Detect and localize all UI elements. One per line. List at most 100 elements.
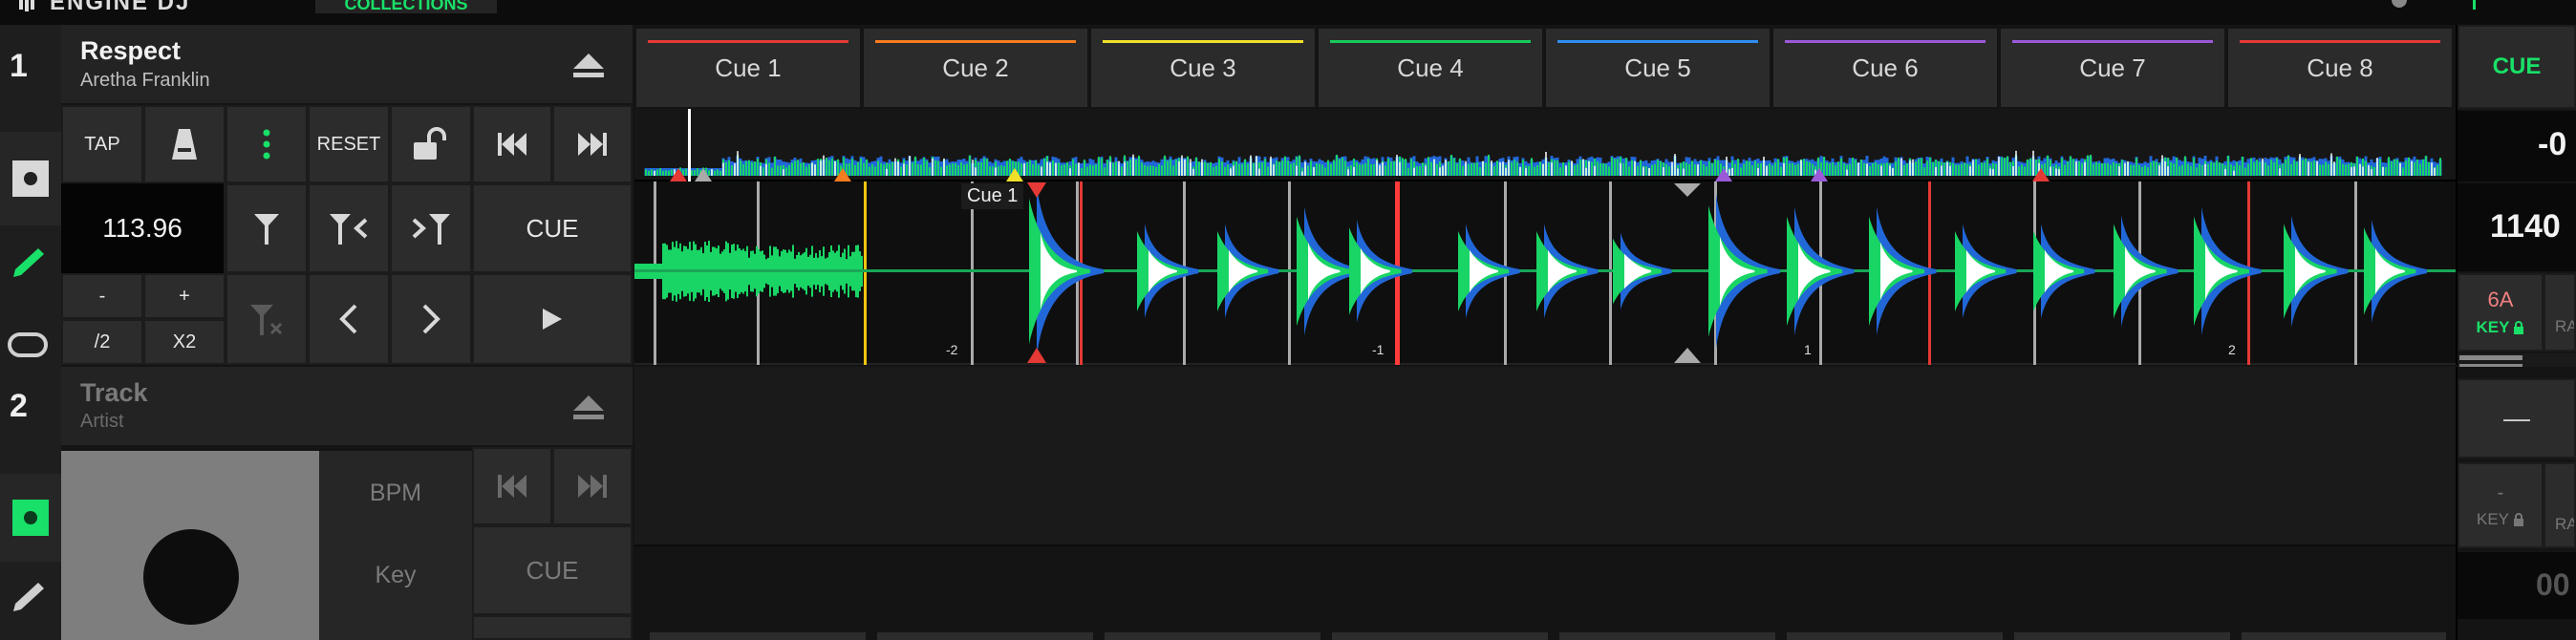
sync-right-button[interactable] [390,183,472,273]
jog-wheel[interactable] [143,529,239,625]
plus-label: + [179,285,190,307]
bpm-value: 113.96 [102,213,182,243]
cue-color-bar [1785,40,1986,43]
cue-color-bar [2240,40,2440,43]
skip-forward-button[interactable] [552,105,633,183]
deck2-skip-back-button[interactable] [472,447,552,525]
right-cue-label: CUE [2492,53,2542,79]
reset-button[interactable]: RESET [308,105,390,183]
pitch-minus-button[interactable]: - [61,273,143,319]
jog-wheel-area[interactable] [61,451,319,640]
pencil-icon[interactable] [6,579,52,617]
logo-text: ENGINE DJ [50,0,191,15]
deck2-artist: Artist [80,411,124,432]
overview-waveform-graphic [644,109,2442,181]
bpm-display: 113.96 [61,183,225,273]
pencil-icon[interactable] [6,245,52,283]
beatjump-forward-button[interactable] [390,273,472,365]
bpm-readout: 1140 [2458,183,2576,271]
skip-back-icon [498,133,526,156]
deck2-play-button[interactable] [472,615,633,640]
sync-right-icon [412,214,450,245]
gear-icon[interactable] [2389,0,2410,11]
metronome-button[interactable] [143,105,225,183]
cue-pad-5[interactable]: Cue 5 [1546,29,1771,107]
half-label: /2 [94,331,111,352]
cue-pad-8[interactable]: Cue 8 [2228,29,2454,107]
key-value: 6A [2487,288,2514,311]
cue-pad-7[interactable]: Cue 7 [2001,29,2226,107]
key-button[interactable]: 6A KEY [2458,273,2544,352]
cue-color-bar [648,40,848,43]
play-button[interactable] [472,273,633,365]
deck2-bpm-readout-value: 00 [2536,567,2570,602]
cue-pad-2[interactable]: Cue 2 [864,29,1089,107]
deck2-skip-forward-button[interactable] [552,447,633,525]
more-options-button[interactable] [225,105,308,183]
cue-pad-4[interactable]: Cue 4 [1319,29,1544,107]
deck2-key-label-text: KEY [2476,509,2510,528]
half-bpm-button[interactable]: /2 [61,319,143,365]
minus-label: - [98,285,106,307]
range-button[interactable]: RA [2544,273,2576,352]
deck2-pitch-button[interactable]: — [2458,378,2576,459]
beatjump-back-button[interactable] [308,273,390,365]
beat-grid-line [864,181,867,365]
deck1-select-button[interactable] [0,132,61,225]
unlock-button[interactable] [390,105,472,183]
eject-icon[interactable] [571,52,606,80]
overview-waveform[interactable] [634,109,2456,181]
beat-grid-line [1609,181,1612,365]
deck2-select-button[interactable] [0,474,61,562]
deck2-key-button[interactable]: - KEY [2458,462,2544,548]
deck2-detail-area[interactable] [634,548,2456,640]
right-cue-button[interactable]: CUE [2458,25,2576,109]
loop-icon[interactable] [6,327,52,365]
skip-back-button[interactable] [472,105,552,183]
deck2-number: 2 [10,388,28,424]
skip-forward-icon [578,133,607,156]
deck2-bpm-readout: 00 [2458,552,2576,619]
sync-button[interactable] [225,183,308,273]
double-bpm-button[interactable]: X2 [143,319,225,365]
detail-waveform[interactable]: Cue 1 -2 -1 1 2 [634,181,2456,365]
cue-marker-bottom [1027,348,1046,363]
cue-pad-label: Cue 6 [1852,53,1919,82]
unlock-icon [414,127,446,160]
deck2-range-button[interactable]: RA [2544,462,2576,548]
cue-pad-3[interactable]: Cue 3 [1091,29,1317,107]
bpm-readout-value: 1140 [2490,208,2561,245]
chevron-right-icon [422,304,440,334]
reset-label: RESET [316,133,381,155]
pitch-plus-button[interactable]: + [143,273,225,319]
deck2-cue-bank-edge [650,632,2446,640]
double-label: X2 [172,331,197,352]
cue-button[interactable]: CUE [472,183,633,273]
cue-pad-label: Cue 5 [1624,53,1691,82]
loop-marker-top [1674,183,1701,197]
cue-marker-top [1027,182,1046,198]
cue-pad-label: Cue 4 [1397,53,1464,82]
cue-pad-6[interactable]: Cue 6 [1773,29,1999,107]
deck2-range-label: RA [2555,515,2576,533]
collections-tab[interactable]: COLLECTIONS [315,0,497,13]
pitch-fader-handle[interactable] [2459,355,2522,360]
beat-label: 2 [2228,342,2236,357]
pitch-readout: -0 [2458,111,2576,181]
eject-icon[interactable] [571,394,606,422]
deck2-header: Track Artist [61,367,633,447]
tap-button[interactable]: TAP [61,105,143,183]
cue-pad-label: Cue 2 [942,53,1009,82]
beat-label: -2 [946,342,958,357]
skip-back-icon [498,475,526,498]
sync-off-button[interactable] [225,273,308,365]
loop-marker-bottom [1674,348,1701,363]
cue-color-bar [1330,40,1531,43]
sync-left-button[interactable] [308,183,390,273]
tap-label: TAP [84,133,120,155]
cue-pad-label: Cue 3 [1170,53,1236,82]
deck2-cue-button[interactable]: CUE [472,525,633,615]
deck2-overview-area[interactable] [634,367,2456,546]
lock-icon [2514,321,2524,334]
cue-pad-1[interactable]: Cue 1 [636,29,862,107]
